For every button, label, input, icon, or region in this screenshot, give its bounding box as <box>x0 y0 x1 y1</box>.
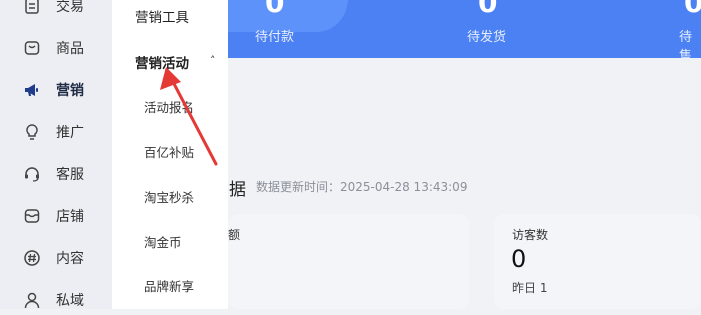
arrow-shaft <box>169 76 218 166</box>
arrow-head <box>160 67 181 90</box>
annotation-arrow <box>160 67 218 166</box>
